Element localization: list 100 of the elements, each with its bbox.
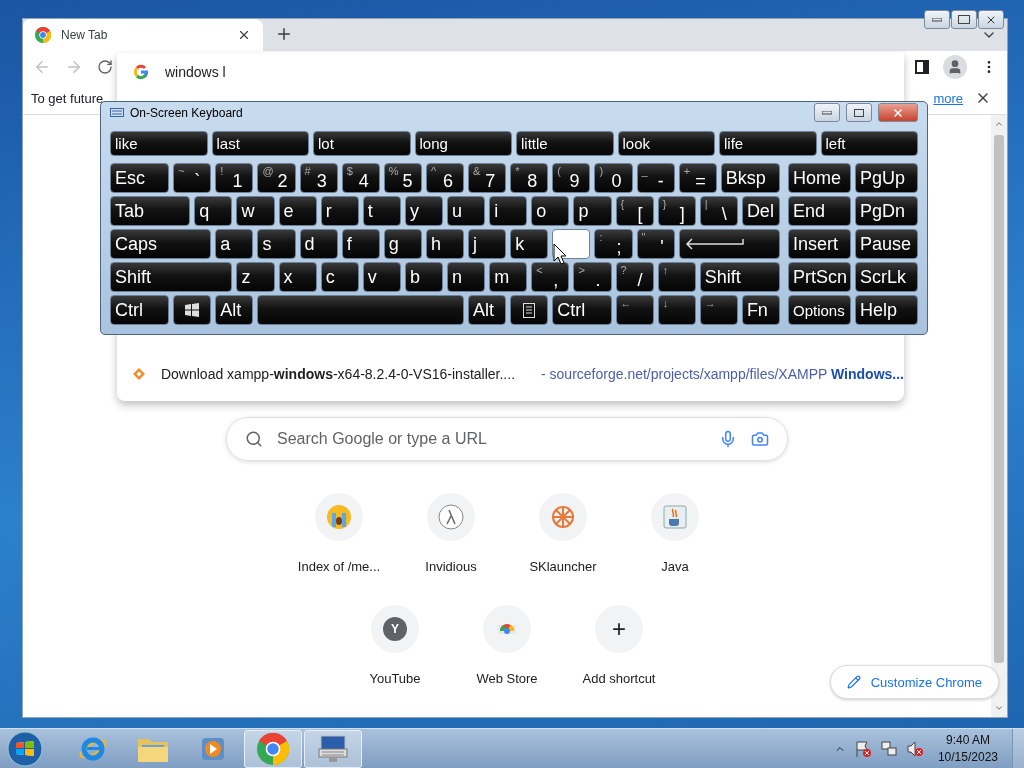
key[interactable]: Tab — [110, 196, 191, 226]
key[interactable]: Help — [855, 295, 918, 325]
key[interactable]: d — [299, 229, 338, 259]
key[interactable]: ← — [615, 295, 654, 325]
key[interactable]: Bksp — [720, 163, 780, 193]
key[interactable]: End — [788, 196, 851, 226]
start-button-icon[interactable] — [4, 729, 46, 768]
key[interactable]: y — [404, 196, 443, 226]
shortcut-icon-background[interactable] — [427, 493, 475, 541]
word-prediction-button[interactable]: long — [414, 130, 512, 156]
key[interactable]: x — [278, 262, 317, 292]
browser-tab[interactable]: New Tab — [23, 19, 263, 51]
key[interactable]: z — [236, 262, 275, 292]
key[interactable]: % 5 — [383, 163, 422, 193]
shortcut-icon-background[interactable] — [539, 493, 587, 541]
key[interactable]: k — [510, 229, 549, 259]
customize-chrome-button[interactable]: Customize Chrome — [829, 665, 999, 699]
minimize-button[interactable] — [924, 10, 950, 29]
key[interactable]: ScrLk — [855, 262, 918, 292]
minimize-button[interactable] — [814, 103, 840, 123]
key[interactable]: m — [489, 262, 528, 292]
flag-with-x-icon[interactable] — [853, 739, 872, 758]
key[interactable] — [173, 295, 212, 325]
key[interactable]: s — [257, 229, 296, 259]
key[interactable]: : ; — [594, 229, 633, 259]
key[interactable]: Shift — [699, 262, 780, 292]
scroll-up-icon[interactable] — [994, 119, 1004, 129]
key[interactable]: ( 9 — [552, 163, 591, 193]
key[interactable]: + = — [678, 163, 717, 193]
key[interactable]: Pause — [855, 229, 918, 259]
key[interactable]: Ctrl — [110, 295, 170, 325]
close-tab-icon[interactable] — [237, 28, 251, 42]
key[interactable]: Del — [741, 196, 780, 226]
shortcut-label[interactable]: Index of /me... — [297, 559, 381, 574]
key[interactable]: a — [215, 229, 254, 259]
key[interactable]: v — [362, 262, 401, 292]
key[interactable]: Esc — [110, 163, 170, 193]
key[interactable]: Alt — [215, 295, 254, 325]
key[interactable]: j — [468, 229, 507, 259]
key[interactable]: * 8 — [510, 163, 549, 193]
key[interactable]: u — [447, 196, 486, 226]
key[interactable]: Home — [788, 163, 851, 193]
key[interactable]: ! 1 — [215, 163, 254, 193]
key[interactable]: Ctrl — [552, 295, 612, 325]
key[interactable]: o — [531, 196, 570, 226]
key[interactable]: q — [194, 196, 233, 226]
key[interactable]: # 3 — [299, 163, 338, 193]
key[interactable]: ~ ` — [173, 163, 212, 193]
key[interactable]: < , — [531, 262, 570, 292]
key[interactable]: Fn — [741, 295, 780, 325]
key[interactable]: Caps — [110, 229, 212, 259]
key[interactable]: ? / — [615, 262, 654, 292]
profile-button[interactable] — [943, 54, 967, 79]
key[interactable]: $ 4 — [341, 163, 380, 193]
key[interactable]: e — [278, 196, 317, 226]
key[interactable]: @ 2 — [257, 163, 296, 193]
word-prediction-button[interactable]: lot — [313, 130, 411, 156]
key[interactable]: Shift — [110, 262, 233, 292]
key[interactable]: → — [699, 295, 738, 325]
network-icon[interactable] — [879, 739, 898, 758]
key[interactable]: Insert — [788, 229, 851, 259]
scrollbar[interactable] — [991, 115, 1007, 717]
key[interactable]: f — [341, 229, 380, 259]
key[interactable]: Alt — [468, 295, 507, 325]
word-prediction-button[interactable]: life — [719, 130, 817, 156]
key[interactable]: PgDn — [855, 196, 918, 226]
word-prediction-button[interactable]: left — [820, 130, 918, 156]
shortcut-icon-background[interactable] — [483, 605, 531, 653]
shortcut-icon-background[interactable]: + — [595, 605, 643, 653]
microphone-icon[interactable] — [719, 430, 737, 448]
key[interactable]: PgUp — [855, 163, 918, 193]
address-field[interactable]: windows l — [165, 64, 665, 80]
key[interactable]: g — [383, 229, 422, 259]
key[interactable]: ↑ — [657, 262, 696, 292]
scroll-down-icon[interactable] — [994, 703, 1004, 713]
key[interactable]: } ] — [657, 196, 696, 226]
learn-more-link[interactable]: more — [933, 90, 963, 106]
word-prediction-button[interactable]: look — [617, 130, 715, 156]
shortcut-icon-background[interactable]: Y — [371, 605, 419, 653]
key[interactable]: r — [320, 196, 359, 226]
close-button[interactable] — [978, 10, 1004, 29]
camera-icon[interactable] — [751, 430, 769, 448]
key[interactable]: p — [573, 196, 612, 226]
key[interactable]: b — [404, 262, 443, 292]
key[interactable]: h — [425, 229, 465, 259]
key[interactable] — [678, 229, 780, 259]
key[interactable]: c — [320, 262, 359, 292]
key[interactable]: Options — [788, 295, 851, 325]
shortcut-icon-background[interactable] — [315, 493, 363, 541]
taskbar-button[interactable] — [304, 729, 362, 768]
key[interactable]: _ - — [636, 163, 675, 193]
key[interactable]: ↓ — [657, 295, 696, 325]
key[interactable]: i — [489, 196, 528, 226]
key[interactable]: ^ 6 — [425, 163, 465, 193]
shortcut-label[interactable]: Add shortcut — [582, 671, 656, 686]
maximize-button[interactable] — [951, 10, 977, 29]
key[interactable] — [510, 295, 549, 325]
shortcut-label[interactable]: YouTube — [369, 671, 421, 686]
suggestion-title[interactable]: Download xampp-windows-x64-8.2.4-0-VS16-installer.... — [160, 366, 516, 382]
clock[interactable]: 9:40 AM 10/15/2023 — [931, 731, 1004, 766]
